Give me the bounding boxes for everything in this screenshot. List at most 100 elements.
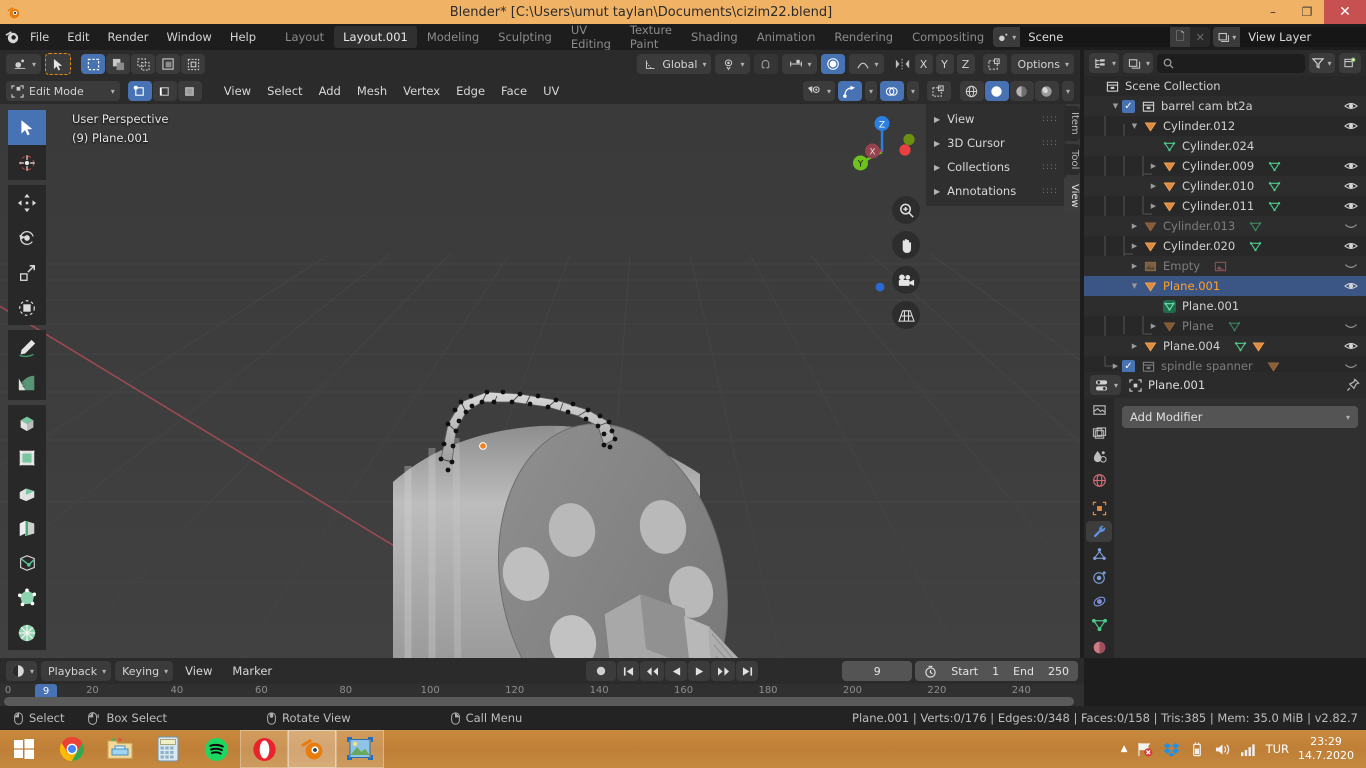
select-subtract-button[interactable] (131, 54, 156, 74)
start-button[interactable] (0, 730, 48, 768)
maximize-button[interactable]: ❐ (1290, 0, 1324, 24)
cursor-tool[interactable] (8, 145, 46, 180)
properties-tab-physics[interactable] (1086, 567, 1112, 588)
outliner-tree[interactable]: Scene Collection ▼ ✓ barrel cam bt2a ▼ Cylind… (1084, 76, 1366, 372)
timeline-editor[interactable]: ▾ Playback ▾ Keying ▾ View Marker 9 Start … (0, 658, 1084, 706)
pin-icon[interactable] (1346, 378, 1360, 392)
outliner-editor[interactable]: ▾ ▾ ▾ Scene Collection ▼ ✓ barrel cam bt… (1084, 50, 1366, 372)
navigation-gizmo[interactable]: Z Y X (844, 110, 920, 186)
sidebar-tab-tool[interactable]: Tool (1064, 143, 1080, 176)
chevron-right-icon[interactable]: ▶ (1147, 202, 1160, 210)
show-overlays-button[interactable] (879, 81, 904, 101)
mirror-y-button[interactable]: Y (935, 54, 954, 74)
outliner-filter-button[interactable]: ▾ (1309, 53, 1335, 73)
mesh-data-icon[interactable] (1268, 180, 1281, 193)
chevron-right-icon[interactable]: ▶ (1147, 322, 1160, 330)
viewport-menu-edge[interactable]: Edge (448, 81, 493, 101)
timeline-menu-marker[interactable]: Marker (224, 661, 280, 681)
editor-type-dropdown[interactable]: Edit Mode ▾ (6, 81, 120, 101)
collection-checkbox[interactable]: ✓ (1122, 359, 1135, 372)
select-extend-button[interactable] (106, 54, 131, 74)
bevel-tool[interactable] (8, 475, 46, 510)
outliner-row[interactable]: Scene Collection (1084, 76, 1366, 96)
security-warning-icon[interactable] (1137, 742, 1154, 757)
chrome-icon[interactable] (48, 730, 96, 768)
knife-tool[interactable] (8, 545, 46, 580)
xray-toggle-button[interactable] (926, 81, 951, 101)
chevron-down-icon[interactable]: ▼ (1128, 282, 1141, 290)
chevron-down-icon[interactable]: ▼ (1128, 122, 1141, 130)
wireframe-shading-button[interactable] (959, 81, 984, 101)
rendered-shading-button[interactable] (1034, 81, 1059, 101)
jump-to-start-button[interactable] (617, 661, 640, 681)
chevron-right-icon[interactable]: ▶ (1128, 242, 1141, 250)
close-button[interactable]: ✕ (1324, 0, 1366, 24)
rotate-tool[interactable] (8, 220, 46, 255)
viewport-menu-view[interactable]: View (216, 81, 259, 101)
timeline-editor-type-dropdown[interactable]: ▾ (6, 661, 38, 681)
camera-view-icon[interactable] (892, 266, 920, 294)
eye-visible-icon[interactable] (1344, 340, 1358, 352)
outliner-row[interactable]: ▶ Cylinder.013 (1084, 216, 1366, 236)
snap-magnet-toggle[interactable] (753, 54, 778, 74)
viewport-menu-uv[interactable]: UV (535, 81, 567, 101)
tab-rendering[interactable]: Rendering (825, 26, 902, 48)
shading-settings-dropdown[interactable]: ▾ (1061, 81, 1074, 101)
outliner-row[interactable]: ▶ Plane (1084, 316, 1366, 336)
properties-tab-tool[interactable] (1086, 400, 1112, 421)
outliner-row[interactable]: ▶ ✓ spindle spanner (1084, 356, 1366, 372)
tab-modeling[interactable]: Modeling (418, 26, 488, 48)
calculator-icon[interactable] (144, 730, 192, 768)
eye-visible-icon[interactable] (1344, 200, 1358, 212)
play-button[interactable] (688, 661, 711, 681)
blender-logo-icon[interactable] (4, 24, 20, 50)
dropbox-icon[interactable] (1163, 742, 1180, 757)
panel-annotations[interactable]: ▶ Annotations :::: (926, 179, 1066, 203)
eye-visible-icon[interactable] (1344, 160, 1358, 172)
chevron-right-icon[interactable]: ▶ (1128, 262, 1141, 270)
outliner-row[interactable]: ▼ Plane.001 (1084, 276, 1366, 296)
tab-animation[interactable]: Animation (748, 26, 825, 48)
options-dropdown[interactable]: Options ▾ (1010, 54, 1074, 74)
tab-shading[interactable]: Shading (682, 26, 747, 48)
select-box-button[interactable] (81, 54, 106, 74)
view-layer-selector[interactable]: ▾ View Layer 🗋 ✕ (1213, 27, 1366, 47)
toggle-perspective-icon[interactable] (892, 301, 920, 329)
minimize-button[interactable]: – (1256, 0, 1290, 24)
volume-icon[interactable] (1214, 742, 1231, 757)
mirror-x-button[interactable]: X (914, 54, 933, 74)
eye-visible-icon[interactable] (1344, 280, 1358, 292)
playback-dropdown[interactable]: Playback ▾ (41, 661, 112, 681)
timeline-scrollbar[interactable] (4, 697, 1074, 706)
mesh-data-icon[interactable] (1249, 220, 1262, 233)
menu-render[interactable]: Render (100, 27, 157, 47)
proportional-editing-toggle[interactable] (820, 54, 845, 74)
language-indicator[interactable]: TUR (1266, 742, 1289, 756)
measure-tool[interactable] (8, 365, 46, 400)
frame-range-block[interactable]: Start 1 End 250 (915, 661, 1078, 681)
scene-selector[interactable]: ▾ Scene 🗋 ✕ (993, 27, 1211, 47)
poly-build-tool[interactable] (8, 580, 46, 615)
properties-tab-render[interactable] (1086, 423, 1112, 444)
eye-hidden-icon[interactable] (1344, 260, 1358, 272)
play-reverse-button[interactable] (665, 661, 688, 681)
file-explorer-icon[interactable] (96, 730, 144, 768)
extrude-region-tool[interactable] (8, 405, 46, 440)
tab-layout[interactable]: Layout (276, 26, 333, 48)
collection-checkbox[interactable]: ✓ (1122, 99, 1135, 113)
outliner-row[interactable]: ▶ Empty (1084, 256, 1366, 276)
zoom-icon[interactable] (892, 196, 920, 224)
properties-tab-data[interactable] (1086, 614, 1112, 635)
mesh-data-icon[interactable] (1249, 240, 1262, 253)
sidebar-tab-item[interactable]: Item (1064, 106, 1080, 141)
snap-settings-dropdown[interactable]: ▾ (781, 54, 817, 74)
new-scene-button[interactable]: 🗋 (1170, 27, 1191, 47)
tab-compositing[interactable]: Compositing (903, 26, 993, 48)
3d-viewport[interactable]: User Perspective (9) Plane.001 Z Y X ▶ V… (0, 104, 1080, 658)
sidebar-tab-view[interactable]: View (1064, 178, 1080, 214)
mesh-object-icon[interactable] (1267, 360, 1280, 373)
tweak-tool[interactable] (8, 110, 46, 145)
eye-visible-icon[interactable] (1344, 120, 1358, 132)
outliner-editor-type-dropdown[interactable]: ▾ (1089, 53, 1120, 73)
add-modifier-button[interactable]: Add Modifier ▾ (1122, 406, 1358, 428)
